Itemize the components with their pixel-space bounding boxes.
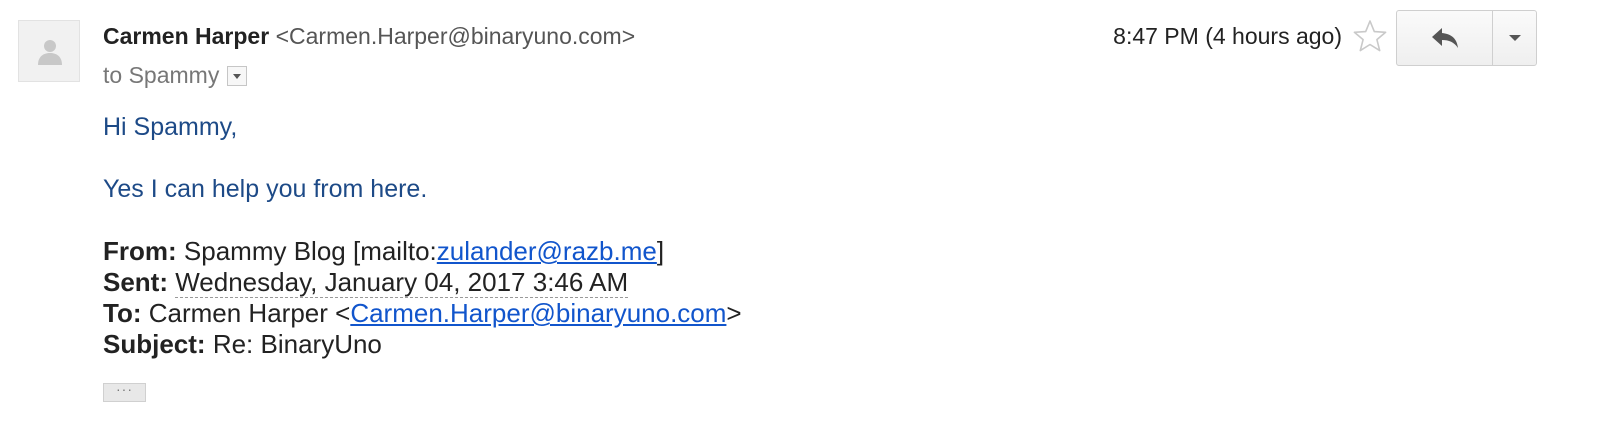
quoted-to-tail: > xyxy=(726,298,742,328)
quoted-from-row: From: Spammy Blog [mailto:zulander@razb.… xyxy=(103,236,742,267)
quoted-from-label: From: xyxy=(103,236,177,266)
sender-address: <Carmen.Harper@binaryuno.com> xyxy=(275,23,636,49)
message-time: 8:47 PM (4 hours ago) xyxy=(1113,23,1342,49)
reply-button-group xyxy=(1396,10,1537,66)
recipient-text: to Spammy xyxy=(103,62,220,88)
star-icon[interactable] xyxy=(1353,19,1387,53)
quoted-from-text: Spammy Blog [mailto: xyxy=(183,236,437,266)
quoted-subject-row: Subject: Re: BinaryUno xyxy=(103,329,742,360)
quoted-sent-row: Sent: Wednesday, January 04, 2017 3:46 A… xyxy=(103,267,742,298)
quoted-to-label: To: xyxy=(103,298,142,328)
details-dropdown-icon[interactable] xyxy=(227,66,248,86)
quoted-sent-label: Sent: xyxy=(103,267,168,297)
reply-icon xyxy=(1431,28,1458,48)
sender-avatar[interactable] xyxy=(18,20,80,82)
reply-button[interactable] xyxy=(1397,11,1493,65)
chevron-down-icon xyxy=(1508,35,1521,41)
quoted-to-row: To: Carmen Harper <Carmen.Harper@binaryu… xyxy=(103,298,742,329)
person-icon xyxy=(38,40,62,65)
body-greeting: Hi Spammy, xyxy=(103,113,238,141)
quoted-to-text: Carmen Harper < xyxy=(148,298,351,328)
recipient-line: to Spammy xyxy=(103,61,248,89)
quoted-subject-value: Re: BinaryUno xyxy=(212,329,382,359)
sender-line: Carmen Harper <Carmen.Harper@binaryuno.c… xyxy=(103,22,635,50)
body-message: Yes I can help you from here. xyxy=(103,175,428,203)
more-actions-button[interactable] xyxy=(1493,11,1536,65)
quoted-subject-label: Subject: xyxy=(103,329,206,359)
quoted-sent-value: Wednesday, January 04, 2017 3:46 AM xyxy=(175,267,629,298)
quoted-header: From: Spammy Blog [mailto:zulander@razb.… xyxy=(103,236,742,360)
quoted-from-tail: ] xyxy=(656,236,665,266)
quoted-from-link[interactable]: zulander@razb.me xyxy=(437,236,657,266)
show-trimmed-content-button[interactable]: ··· xyxy=(103,382,146,402)
quoted-to-link[interactable]: Carmen.Harper@binaryuno.com xyxy=(350,298,726,328)
sender-name[interactable]: Carmen Harper xyxy=(103,23,269,49)
